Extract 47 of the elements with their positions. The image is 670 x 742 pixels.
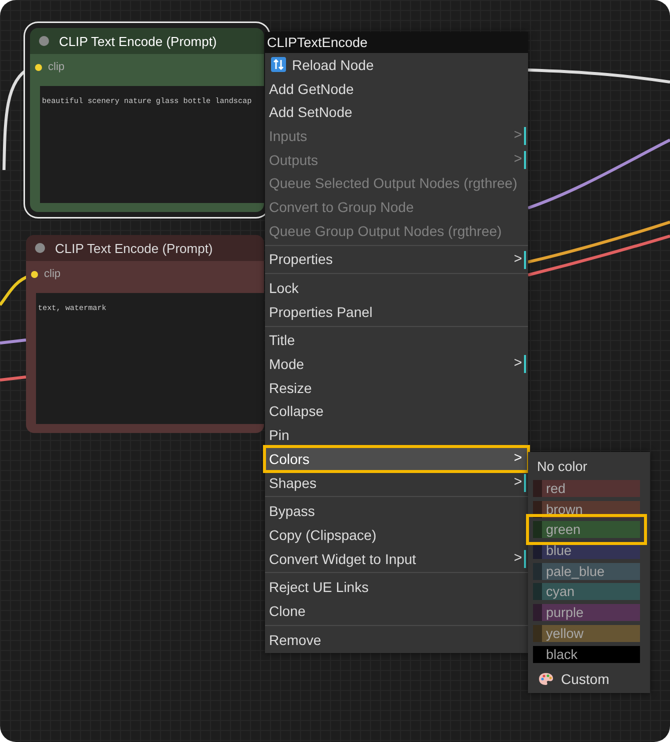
menu-item[interactable]: Collapse <box>265 400 528 424</box>
menu-item[interactable]: No color <box>528 456 650 477</box>
wire <box>0 338 26 344</box>
input-dot[interactable] <box>35 64 42 70</box>
menu-item[interactable]: Shapes > <box>265 470 528 494</box>
submenu-arrow: > <box>514 126 522 142</box>
menu-item[interactable]: Remove <box>265 628 528 652</box>
menu-item[interactable]: Clone <box>265 599 528 623</box>
menu-item[interactable]: Colors > <box>265 447 528 471</box>
menu-item[interactable]: Reload Node <box>265 53 528 77</box>
menu-item[interactable]: Custom <box>528 666 650 688</box>
input-label: clip <box>44 268 61 280</box>
menu-item[interactable]: Resize <box>265 376 528 400</box>
submenu-arrow: > <box>514 150 522 166</box>
menu-item[interactable]: Mode > <box>265 352 528 376</box>
menu-item[interactable]: Copy (Clipspace) <box>265 523 528 547</box>
menu-item[interactable]: Title <box>265 328 528 352</box>
node-title: CLIP Text Encode (Prompt) <box>59 34 217 48</box>
menu-item[interactable]: Add SetNode <box>265 100 528 124</box>
submenu-arrow: > <box>514 472 522 489</box>
color-option[interactable]: brown <box>533 500 640 518</box>
menu-item[interactable]: Properties Panel <box>265 300 528 324</box>
menu-item[interactable]: Lock <box>265 276 528 300</box>
refresh-icon <box>271 57 286 72</box>
status-dot <box>39 36 49 46</box>
submenu-arrow: > <box>514 354 522 370</box>
menu-item[interactable]: Pin <box>265 423 528 447</box>
menu-title: CLIPTextEncode <box>265 32 528 53</box>
submenu-arrow: > <box>514 449 522 465</box>
color-option[interactable]: black <box>533 646 640 662</box>
menu-item[interactable]: Properties > <box>265 248 528 272</box>
menu-item[interactable]: Bypass <box>265 499 528 524</box>
menu-item[interactable]: Add GetNode <box>265 76 528 100</box>
palette-icon <box>538 672 554 686</box>
color-option[interactable]: purple <box>533 604 640 622</box>
input-label: clip <box>48 61 65 73</box>
color-option[interactable]: red <box>533 480 640 497</box>
node-title: CLIP Text Encode (Prompt) <box>55 240 213 256</box>
wire <box>0 376 26 382</box>
status-dot <box>35 243 45 253</box>
menu-item[interactable]: Convert Widget to Input > <box>265 546 528 570</box>
submenu-arrow: > <box>514 548 522 565</box>
color-option[interactable]: green <box>533 521 640 538</box>
submenu-arrow: > <box>514 250 522 266</box>
menu-item[interactable]: Reject UE Links <box>265 575 528 600</box>
input-dot[interactable] <box>31 270 38 278</box>
color-option[interactable]: blue <box>533 542 640 560</box>
